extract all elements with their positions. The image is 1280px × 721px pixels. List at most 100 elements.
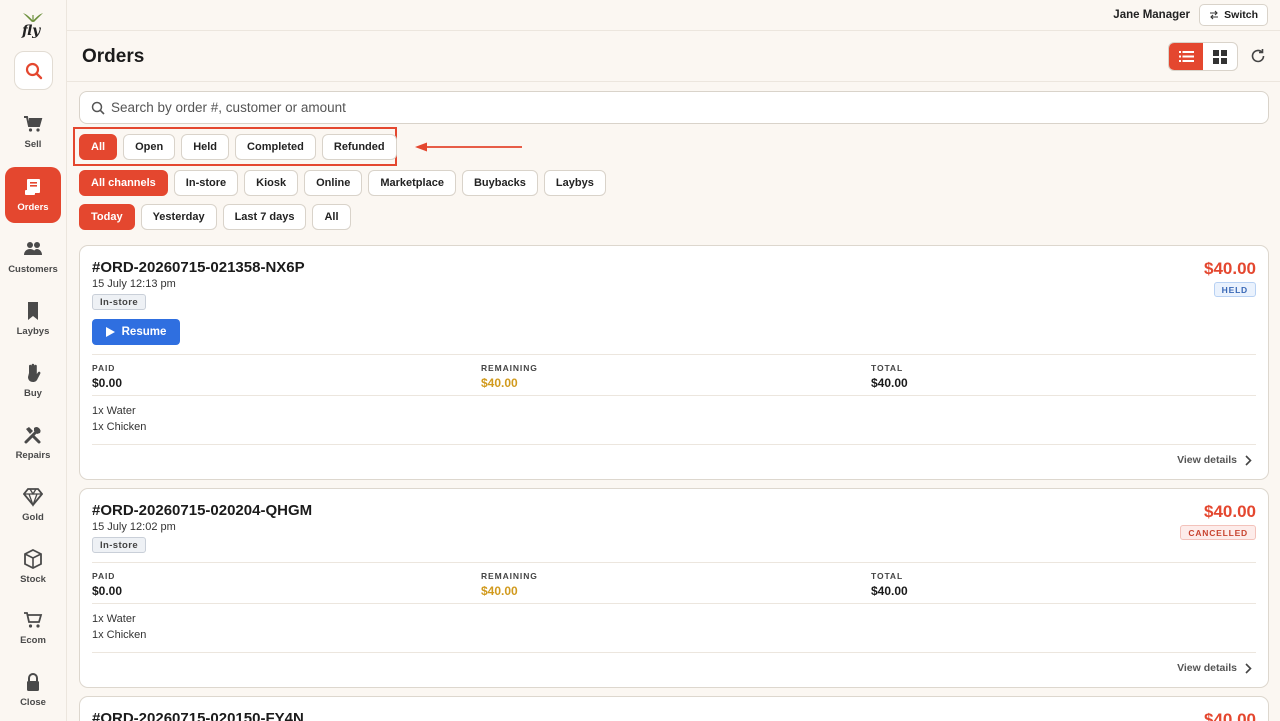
channel-badge: In-store	[92, 294, 147, 310]
filter-date-last-7-days[interactable]: Last 7 days	[222, 204, 307, 230]
line-item: 1x Water	[92, 613, 136, 625]
remaining-value: $40.00	[481, 584, 518, 598]
view-details-label: View details	[1177, 454, 1237, 466]
sidebar-item-stock[interactable]: Stock	[5, 539, 61, 595]
sidebar-item-laybys[interactable]: Laybys	[5, 291, 61, 347]
top-bar: Jane Manager Switch	[67, 0, 1280, 30]
order-search-bar	[79, 91, 1269, 124]
order-id: #ORD-20260715-020204-QHGM	[92, 502, 313, 519]
filter-channel-in-store[interactable]: In-store	[173, 170, 239, 196]
sidebar-item-gold[interactable]: Gold	[5, 477, 61, 533]
order-card[interactable]: #ORD-20260715-020204-QHGM 15 July 12:02 …	[79, 488, 1269, 688]
sidebar-item-close[interactable]: Close	[5, 662, 61, 718]
sidebar-item-label: Repairs	[15, 450, 51, 461]
chevron-right-icon	[1245, 454, 1252, 466]
search-icon	[91, 101, 105, 115]
date-filter-group: Today Yesterday Last 7 days All	[79, 204, 351, 230]
annotation-arrow-icon	[415, 142, 522, 152]
status-badge: HELD	[1213, 282, 1256, 297]
chevron-right-icon	[1245, 662, 1252, 674]
sidebar-item-customers[interactable]: Customers	[5, 229, 61, 285]
sidebar-item-buy[interactable]: Buy	[5, 353, 61, 409]
resume-label: Resume	[121, 326, 167, 338]
filter-channel-kiosk[interactable]: Kiosk	[244, 170, 299, 196]
filter-date-yesterday[interactable]: Yesterday	[140, 204, 217, 230]
receipt-icon	[25, 179, 40, 195]
filter-status-refunded[interactable]: Refunded	[321, 134, 397, 160]
filter-channel-buybacks[interactable]: Buybacks	[461, 170, 538, 196]
users-icon	[24, 242, 42, 255]
sidebar-item-label: Ecom	[20, 635, 46, 646]
filter-date-today[interactable]: Today	[79, 204, 135, 230]
total-stat: TOTAL $40.00	[871, 363, 908, 390]
view-details-link[interactable]: View details	[1177, 662, 1252, 674]
switch-label: Switch	[1224, 9, 1258, 21]
paid-stat: PAID $0.00	[92, 571, 122, 598]
sidebar-item-label: Sell	[24, 139, 42, 150]
sidebar-item-label: Buy	[24, 388, 42, 399]
filter-channel-marketplace[interactable]: Marketplace	[368, 170, 456, 196]
sidebar-item-ecom[interactable]: Ecom	[5, 600, 61, 656]
filter-channel-all[interactable]: All channels	[79, 170, 168, 196]
sidebar: fly Sell Orders Customers Laybys Buy Rep…	[0, 0, 67, 721]
stat-label: PAID	[92, 571, 116, 581]
filter-status-held[interactable]: Held	[181, 134, 230, 160]
remaining-stat: REMAINING $40.00	[481, 571, 538, 598]
cart-icon	[24, 116, 43, 132]
stat-label: TOTAL	[871, 571, 904, 581]
filter-status-completed[interactable]: Completed	[235, 134, 316, 160]
page-title: Orders	[82, 46, 145, 67]
paid-value: $0.00	[92, 376, 123, 390]
grid-view-button[interactable]	[1203, 43, 1237, 70]
switch-user-button[interactable]: Switch	[1199, 4, 1268, 26]
line-item: 1x Water	[92, 405, 136, 417]
sidebar-item-repairs[interactable]: Repairs	[5, 415, 61, 471]
order-amount: $40.00	[1204, 259, 1256, 278]
channel-filter-group: All channels In-store Kiosk Online Marke…	[79, 170, 606, 196]
stat-label: REMAINING	[481, 363, 538, 373]
order-amount: $40.00	[1204, 710, 1256, 721]
fly-logo: fly	[20, 9, 46, 41]
hand-icon	[28, 363, 41, 382]
order-id: #ORD-20260715-021358-NX6P	[92, 259, 305, 276]
view-details-label: View details	[1177, 662, 1237, 674]
paid-value: $0.00	[92, 584, 123, 598]
search-input[interactable]	[111, 100, 1011, 115]
sidebar-item-label: Close	[20, 697, 46, 708]
order-card[interactable]: #ORD-20260715-021358-NX6P 15 July 12:13 …	[79, 245, 1269, 480]
switch-icon	[1210, 10, 1219, 20]
sidebar-item-orders[interactable]: Orders	[5, 167, 61, 223]
sidebar-item-sell[interactable]: Sell	[5, 104, 61, 160]
remaining-stat: REMAINING $40.00	[481, 363, 538, 390]
sidebar-search-button[interactable]	[14, 51, 53, 90]
total-value: $40.00	[871, 584, 908, 598]
remaining-value: $40.00	[481, 376, 518, 390]
order-amount: $40.00	[1204, 502, 1256, 521]
view-details-link[interactable]: View details	[1177, 454, 1252, 466]
filter-status-open[interactable]: Open	[123, 134, 176, 160]
list-view-button[interactable]	[1169, 43, 1203, 70]
filter-status-all[interactable]: All	[79, 134, 118, 160]
view-toggle	[1168, 42, 1238, 71]
lock-icon	[27, 673, 39, 691]
sidebar-item-label: Stock	[20, 574, 46, 585]
line-item: 1x Chicken	[92, 629, 147, 641]
resume-button[interactable]: Resume	[92, 319, 180, 345]
page-header: Orders	[67, 30, 1280, 82]
filter-date-all[interactable]: All	[312, 204, 351, 230]
filter-channel-online[interactable]: Online	[304, 170, 363, 196]
play-icon	[105, 327, 115, 337]
search-icon	[25, 62, 42, 79]
stat-label: PAID	[92, 363, 116, 373]
order-card[interactable]: #ORD-20260715-020150-FY4N $40.00	[79, 696, 1269, 721]
sidebar-item-label: Laybys	[16, 326, 50, 337]
line-item: 1x Chicken	[92, 421, 147, 433]
diamond-icon	[23, 488, 43, 507]
bookmark-icon	[28, 302, 38, 320]
filter-channel-laybys[interactable]: Laybys	[543, 170, 606, 196]
status-filter-group: All Open Held Completed Refunded	[79, 134, 397, 160]
refresh-icon[interactable]	[1250, 48, 1266, 64]
user-name: Jane Manager	[1113, 9, 1190, 21]
channel-badge: In-store	[92, 537, 147, 553]
order-date: 15 July 12:02 pm	[92, 521, 176, 533]
